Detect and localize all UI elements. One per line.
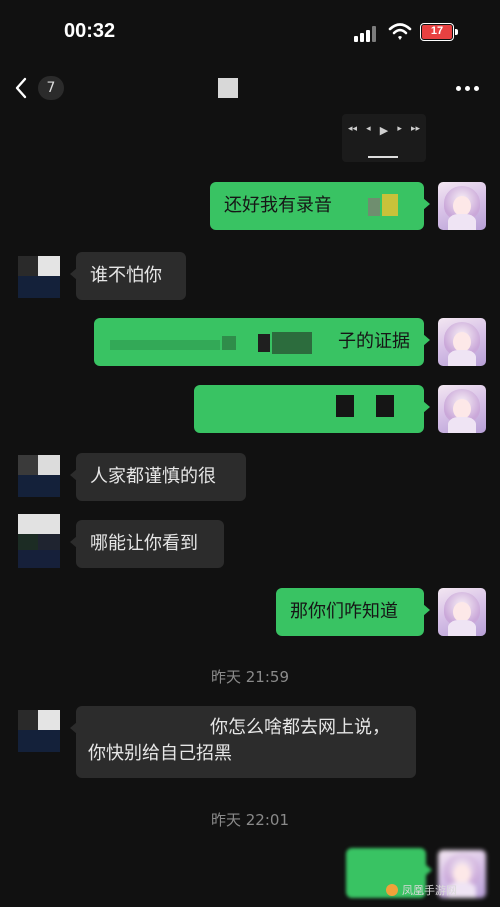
my-avatar[interactable] (438, 318, 486, 366)
censored-area (258, 334, 270, 352)
censored-area (382, 194, 398, 216)
message-text: 你怎么啥都去网上说，你快别给自己招黑 (88, 717, 390, 764)
wifi-icon (388, 22, 412, 42)
cellular-signal-icon (354, 26, 378, 42)
message-text: 哪能让你看到 (90, 533, 198, 554)
chat-nav-bar: 7 (0, 60, 500, 116)
next-icon[interactable]: ▸▸ (411, 124, 420, 136)
message-bubble[interactable]: 人家都谨慎的很 (70, 453, 246, 501)
censored-area (376, 395, 394, 417)
contact-avatar-censored[interactable] (18, 710, 60, 752)
more-dots-icon (456, 86, 461, 91)
message-row-incoming: 谁不怕你 (0, 252, 500, 302)
censored-area (368, 198, 380, 216)
message-text: 人家都谨慎的很 (90, 466, 216, 487)
battery-level: 17 (422, 25, 452, 39)
contact-avatar-censored[interactable] (18, 256, 60, 298)
message-bubble[interactable]: 哪能让你看到 (70, 520, 224, 568)
battery-tip (455, 29, 458, 35)
previous-icon[interactable]: ◂◂ (348, 124, 357, 136)
message-row-outgoing: 子的证据 (0, 318, 500, 368)
censored-area (110, 340, 220, 350)
status-time: 00:32 (64, 20, 116, 42)
rewind-icon[interactable]: ◂ (366, 124, 371, 136)
censored-area (272, 332, 312, 354)
message-row-incoming: 哪能让你看到 (0, 514, 500, 576)
message-text: 谁不怕你 (90, 265, 162, 286)
message-bubble[interactable]: 那你们咋知道 (276, 588, 430, 636)
my-avatar[interactable] (438, 385, 486, 433)
battery-icon: 17 (420, 23, 454, 41)
more-button[interactable] (452, 78, 484, 98)
chat-title-censored (218, 78, 238, 98)
voice-message-card[interactable]: ◂◂ ◂ ▶ ▸ ▸▸ (342, 114, 426, 162)
message-text: 子的证据 (338, 331, 410, 352)
message-bubble[interactable]: 谁不怕你 (70, 252, 186, 300)
message-text: 还好我有录音 (224, 195, 332, 216)
chevron-left-icon (15, 77, 27, 99)
censored-area (222, 336, 236, 350)
unread-count-badge: 7 (38, 76, 64, 100)
contact-avatar-censored[interactable] (18, 455, 60, 497)
message-row-outgoing: 还好我有录音 (0, 182, 500, 234)
message-bubble[interactable]: 你怎么啥都去网上说，你快别给自己招黑 (70, 706, 416, 778)
message-row-incoming: 你怎么啥都去网上说，你快别给自己招黑 (0, 706, 500, 780)
message-timestamp: 昨天 22:01 (211, 811, 289, 829)
my-avatar[interactable] (438, 588, 486, 636)
my-avatar[interactable] (438, 182, 486, 230)
status-bar: 00:32 17 (0, 0, 500, 60)
message-row-outgoing: 那你们咋知道 (0, 588, 500, 638)
back-button[interactable]: 7 (14, 74, 68, 104)
message-row-outgoing (0, 385, 500, 435)
forward-icon[interactable]: ▸ (397, 124, 402, 136)
message-timestamp: 昨天 21:59 (211, 668, 289, 686)
watermark: 凤凰手游网 (402, 884, 457, 897)
message-text: 那你们咋知道 (290, 601, 398, 622)
voice-progress-bar[interactable] (368, 156, 398, 158)
watermark-logo-icon (386, 884, 398, 896)
play-icon[interactable]: ▶ (380, 124, 388, 137)
censored-area (336, 395, 354, 417)
voice-controls: ◂◂ ◂ ▶ ▸ ▸▸ (348, 124, 420, 137)
contact-avatar-censored[interactable] (18, 514, 60, 568)
message-row-incoming: 人家都谨慎的很 (0, 453, 500, 503)
